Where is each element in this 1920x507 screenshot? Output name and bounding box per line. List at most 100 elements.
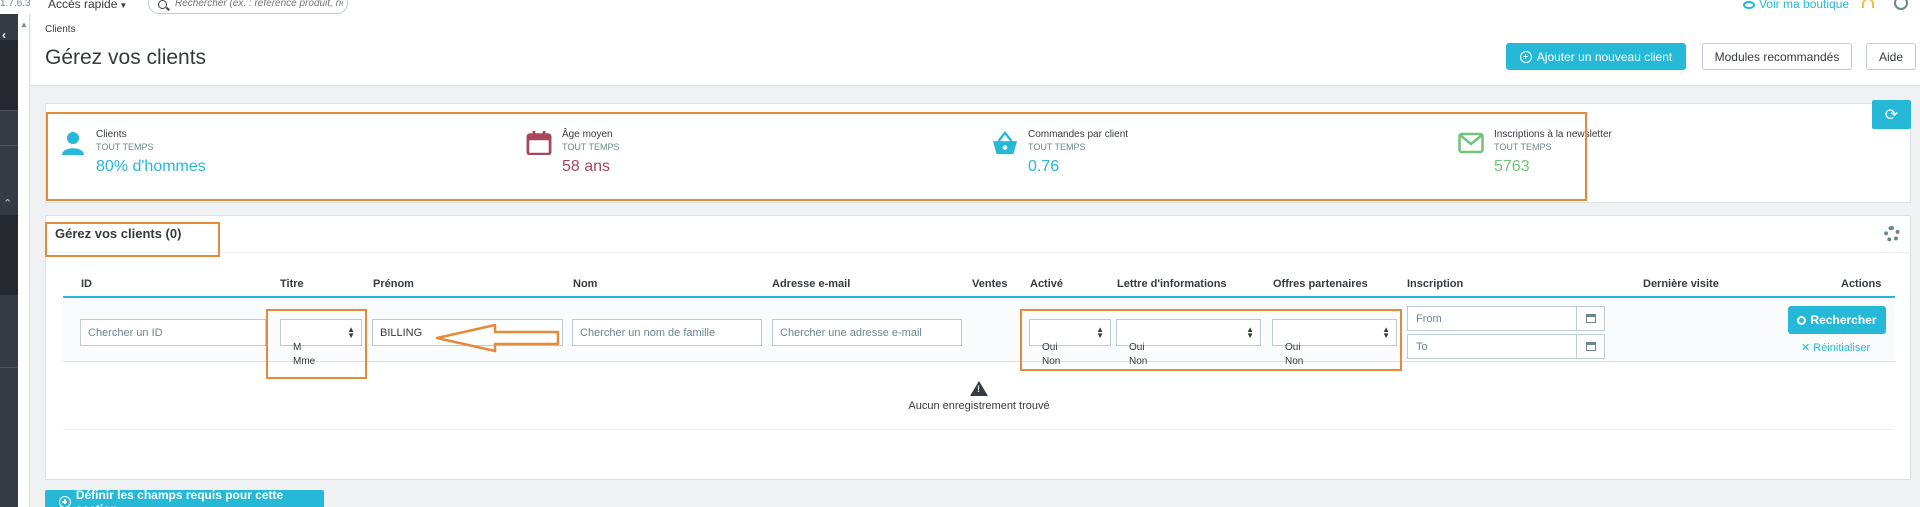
plus-circle-icon	[59, 496, 71, 507]
kpi-title: Commandes par client	[1028, 129, 1129, 140]
newsletter-option[interactable]: Oui	[1129, 342, 1145, 353]
search-input[interactable]	[175, 0, 343, 9]
registration-from-input[interactable]: From	[1407, 306, 1605, 331]
column-header-sales[interactable]: Ventes	[972, 278, 1007, 290]
refresh-icon: ⟳	[1884, 106, 1899, 124]
warning-icon: !	[970, 381, 988, 396]
add-customer-label: Ajouter un nouveau client	[1536, 49, 1673, 64]
panel-title: Gérez vos clients (0)	[55, 226, 182, 241]
title-option[interactable]: Mme	[293, 356, 315, 367]
column-header-newsletter[interactable]: Lettre d'informations	[1117, 278, 1227, 290]
kpi-value: 0.76	[1028, 158, 1060, 175]
version-label: 1.7.6.3	[0, 0, 31, 9]
column-header-last-visit[interactable]: Dernière visite	[1643, 278, 1719, 290]
header-search[interactable]	[148, 0, 348, 14]
active-option[interactable]: Oui	[1042, 342, 1058, 353]
view-shop-label: Voir ma boutique	[1759, 0, 1850, 11]
kpi-row: Clients TOUT TEMPS 80% d'hommes Âge moye…	[45, 103, 1911, 203]
column-header-optin[interactable]: Offres partenaires	[1273, 278, 1368, 290]
sidebar: ‹ ⌃	[0, 0, 18, 507]
required-fields-button[interactable]: Définir les champs requis pour cette sec…	[45, 488, 324, 507]
empty-state: ! Aucun enregistrement trouvé	[46, 381, 1912, 412]
calendar-button[interactable]	[1576, 307, 1604, 330]
date-from-placeholder: From	[1416, 313, 1442, 325]
column-header-actions: Actions	[1841, 278, 1882, 290]
optin-option[interactable]: Oui	[1285, 342, 1301, 353]
select-arrows-icon: ▲ ▼	[1096, 325, 1104, 340]
search-button-label: Rechercher	[1810, 313, 1877, 327]
empty-state-text: Aucun enregistrement trouvé	[908, 400, 1050, 412]
select-arrows-icon: ▲ ▼	[1246, 325, 1254, 340]
column-header-email[interactable]: Adresse e-mail	[772, 278, 850, 290]
column-header-id[interactable]: ID	[81, 278, 92, 290]
calendar-button[interactable]	[1576, 335, 1604, 358]
quick-access-label: Accès rapide	[48, 0, 118, 11]
column-header-active[interactable]: Activé	[1030, 278, 1063, 290]
view-shop-link[interactable]: Voir ma boutique	[1743, 0, 1849, 11]
kpi-period: TOUT TEMPS	[562, 142, 620, 152]
calendar-icon	[1586, 342, 1596, 351]
quick-access-dropdown[interactable]: Accès rapide ▼	[48, 0, 127, 11]
kpi-title: Âge moyen	[562, 129, 613, 140]
breadcrumb[interactable]: Clients	[45, 24, 76, 35]
kpi-value: 58 ans	[562, 158, 611, 175]
registration-to-input[interactable]: To	[1407, 334, 1605, 359]
panel-heading: Gérez vos clients (0)	[46, 216, 1910, 253]
search-button[interactable]: Rechercher	[1788, 306, 1886, 334]
basket-icon	[992, 131, 1018, 155]
kpi-period: TOUT TEMPS	[1028, 142, 1086, 152]
filter-id-input[interactable]	[80, 319, 266, 346]
user-icon	[62, 132, 84, 155]
annotation-arrow-icon	[435, 323, 560, 353]
search-icon	[1797, 315, 1807, 325]
date-to-placeholder: To	[1416, 341, 1428, 353]
sidebar-divider	[0, 145, 18, 146]
filter-lastname-input[interactable]	[572, 319, 762, 346]
kpi-title: Clients	[96, 129, 127, 140]
caret-down-icon: ▼	[119, 1, 128, 10]
sidebar-divider	[0, 367, 18, 368]
column-header-lastname[interactable]: Nom	[573, 278, 597, 290]
reset-filters-link[interactable]: ✕ Réinitialiser	[1801, 341, 1870, 354]
newsletter-option[interactable]: Non	[1129, 356, 1147, 367]
eye-icon	[1743, 0, 1755, 9]
plus-circle-icon	[1519, 50, 1532, 63]
user-icon[interactable]	[1894, 0, 1908, 10]
help-button[interactable]: Aide	[1866, 43, 1916, 70]
refresh-kpi-button[interactable]: ⟳	[1872, 100, 1911, 129]
column-header-title[interactable]: Titre	[280, 278, 304, 290]
close-icon: ✕	[1801, 342, 1814, 354]
filter-email-input[interactable]	[772, 319, 962, 346]
active-option[interactable]: Non	[1042, 356, 1060, 367]
column-header-firstname[interactable]: Prénom	[373, 278, 414, 290]
bell-icon[interactable]	[1862, 0, 1874, 8]
reset-label: Réinitialiser	[1813, 342, 1871, 354]
select-arrows-icon: ▲ ▼	[1382, 325, 1390, 340]
page-header: Clients Gérez vos clients Ajouter un nou…	[31, 14, 1920, 86]
table-bottom-border	[63, 429, 1895, 430]
column-header-registration[interactable]: Inscription	[1407, 278, 1463, 290]
add-customer-button[interactable]: Ajouter un nouveau client	[1506, 43, 1686, 70]
customers-panel: Gérez vos clients (0) ID Titre Prénom No…	[45, 215, 1911, 480]
kpi-period: TOUT TEMPS	[96, 142, 154, 152]
scroll-gutter: ▲	[18, 0, 30, 507]
optin-option[interactable]: Non	[1285, 356, 1303, 367]
envelope-icon	[1458, 132, 1484, 154]
scroll-up-icon[interactable]: ▲	[20, 20, 28, 29]
chevron-up-icon[interactable]: ⌃	[3, 197, 12, 210]
kpi-period: TOUT TEMPS	[1494, 142, 1552, 152]
required-fields-label: Définir les champs requis pour cette sec…	[75, 488, 284, 507]
recommended-modules-button[interactable]: Modules recommandés	[1702, 43, 1852, 70]
kpi-value: 80% d'hommes	[96, 158, 206, 175]
kpi-title: Inscriptions à la newsletter	[1494, 129, 1612, 140]
search-icon	[158, 0, 167, 9]
page-title: Gérez vos clients	[45, 46, 207, 69]
select-arrows-icon: ▲ ▼	[347, 325, 355, 340]
calendar-icon	[526, 131, 552, 155]
gear-icon[interactable]	[1884, 226, 1900, 242]
title-option[interactable]: M	[293, 342, 301, 353]
sidebar-block	[0, 215, 18, 295]
calendar-icon	[1586, 314, 1596, 323]
kpi-value: 5763	[1494, 158, 1530, 175]
sidebar-block	[0, 40, 18, 110]
